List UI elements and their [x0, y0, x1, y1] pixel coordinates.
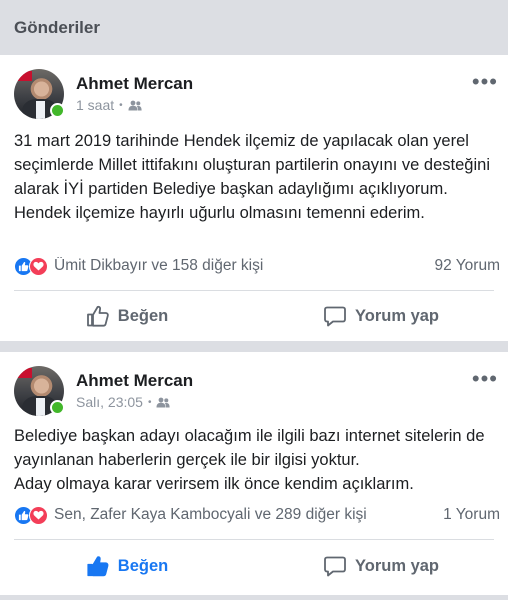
comment-icon: [324, 556, 346, 577]
post-actions: Beğen Yorum yap: [0, 291, 508, 341]
thumbs-up-icon: [86, 305, 109, 327]
separator-dot: •: [147, 396, 152, 408]
comment-button[interactable]: Yorum yap: [254, 541, 508, 591]
love-reaction-icon: [29, 505, 48, 525]
like-button[interactable]: Beğen: [0, 541, 254, 591]
reaction-icons: [14, 256, 48, 276]
like-label: Beğen: [117, 306, 169, 325]
reactions-row[interactable]: Ümit Dikbayır ve 158 diğer kişi 92 Yorum: [14, 255, 500, 277]
comment-icon: [324, 306, 346, 327]
like-button[interactable]: Beğen: [0, 291, 254, 341]
post-actions: Beğen Yorum yap: [0, 541, 508, 591]
post-meta: 1 saat •: [76, 97, 142, 113]
comment-label: Yorum yap: [354, 306, 440, 325]
love-reaction-icon: [29, 256, 48, 276]
post-card: Ahmet Mercan 1 saat • ••• 31 mart 2019 t…: [0, 55, 508, 341]
separator-dot: •: [119, 99, 123, 111]
comments-count[interactable]: 92 Yorum: [435, 257, 501, 275]
reactions-row[interactable]: Sen, Zafer Kaya Kambocyali ve 289 diğer …: [14, 504, 500, 526]
post-time[interactable]: 1 saat: [76, 97, 114, 113]
section-title: Gönderiler: [14, 18, 100, 37]
online-status-icon: [50, 103, 65, 118]
comment-label: Yorum yap: [354, 556, 440, 575]
post-text: Belediye başkan adayı olacağım ile ilgil…: [14, 427, 485, 493]
reaction-icons: [14, 505, 48, 525]
more-options-icon[interactable]: •••: [472, 71, 498, 93]
comment-button[interactable]: Yorum yap: [254, 291, 508, 341]
post-meta: Salı, 23:05 •: [76, 394, 171, 410]
section-header: Gönderiler: [0, 0, 508, 55]
reactions-summary[interactable]: Sen, Zafer Kaya Kambocyali ve 289 diğer …: [54, 506, 443, 524]
friends-icon: [156, 397, 171, 407]
friends-icon: [128, 100, 142, 110]
author-name[interactable]: Ahmet Mercan: [76, 74, 193, 94]
author-name[interactable]: Ahmet Mercan: [76, 371, 193, 391]
bottom-separator: [0, 595, 508, 600]
comments-count[interactable]: 1 Yorum: [443, 506, 500, 524]
online-status-icon: [50, 400, 65, 415]
post-card: Ahmet Mercan Salı, 23:05 • ••• Belediye …: [0, 352, 508, 595]
like-label: Beğen: [117, 556, 169, 575]
more-options-icon[interactable]: •••: [472, 368, 498, 390]
post-time[interactable]: Salı, 23:05: [76, 394, 143, 410]
divider: [14, 539, 494, 540]
thumbs-up-filled-icon: [87, 556, 109, 577]
post-text: 31 mart 2019 tarihinde Hendek ilçemiz de…: [14, 132, 490, 222]
reactions-summary[interactable]: Ümit Dikbayır ve 158 diğer kişi: [54, 257, 435, 275]
